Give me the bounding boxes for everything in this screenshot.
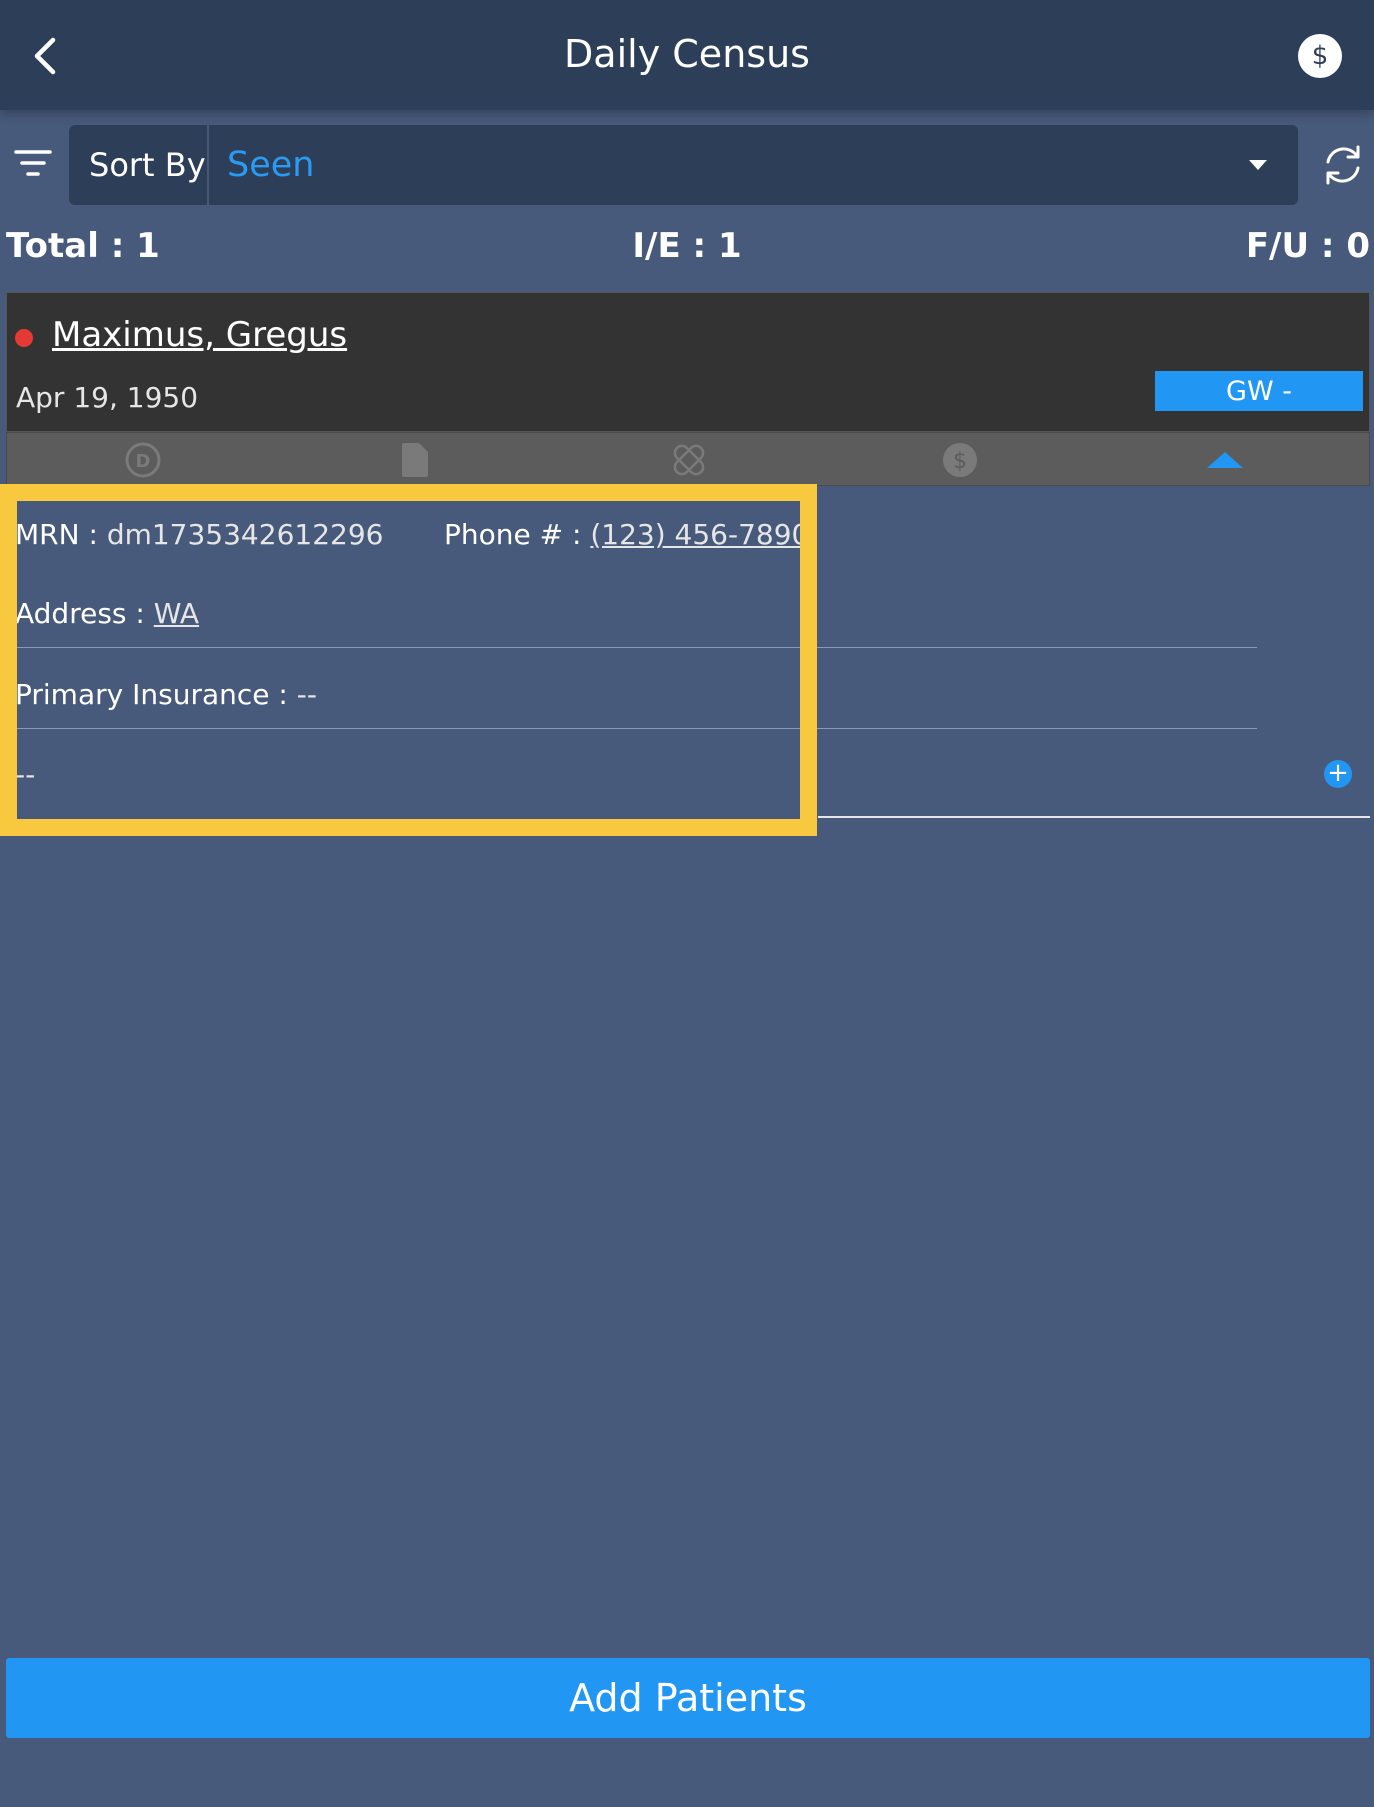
sort-label: Sort By (89, 146, 206, 184)
mrn-label: MRN : (15, 518, 98, 551)
ie-count: I/E : 1 (632, 226, 742, 266)
phone-link[interactable]: (123) 456-7890 (590, 518, 809, 551)
dollar-icon[interactable]: $ (1298, 34, 1342, 78)
patient-action-bar: D $ (6, 432, 1370, 486)
sort-dropdown[interactable]: Sort By Seen (69, 125, 1298, 205)
insurance-row: Primary Insurance : -- (15, 678, 317, 711)
address-link[interactable]: WA (154, 597, 199, 630)
filter-icon[interactable] (12, 146, 54, 182)
bandage-icon[interactable] (671, 442, 707, 478)
caret-down-icon (1249, 160, 1267, 170)
add-note-button[interactable]: + (1324, 760, 1352, 788)
mrn-value: dm1735342612296 (106, 518, 384, 551)
diagnosis-icon[interactable]: D (125, 442, 161, 478)
sort-selected-value: Seen (227, 145, 315, 185)
document-icon[interactable] (397, 442, 433, 478)
divider (15, 728, 1257, 729)
divider (818, 816, 1370, 818)
note-value: -- (15, 758, 36, 791)
mrn-row: MRN : dm1735342612296 (15, 518, 383, 551)
svg-text:D: D (136, 451, 151, 472)
insurance-value: -- (296, 678, 317, 711)
patient-dob: Apr 19, 1950 (16, 381, 199, 414)
phone-row: Phone # : (123) 456-7890 (444, 518, 809, 551)
status-dot (15, 329, 33, 347)
divider (15, 647, 1257, 648)
add-patients-button[interactable]: Add Patients (6, 1658, 1370, 1738)
svg-text:$: $ (953, 449, 967, 474)
location-badge: GW - (1155, 371, 1363, 411)
refresh-icon[interactable] (1320, 142, 1366, 188)
page-title: Daily Census (564, 32, 810, 76)
patient-name-link[interactable]: Maximus, Gregus (52, 315, 347, 355)
insurance-label: Primary Insurance : (15, 678, 288, 711)
billing-icon[interactable]: $ (942, 442, 978, 478)
patient-details: MRN : dm1735342612296 Phone # : (123) 45… (0, 486, 1374, 820)
phone-label: Phone # : (444, 518, 582, 551)
address-row: Address : WA (15, 597, 199, 630)
app-header: Daily Census $ (0, 0, 1374, 110)
address-label: Address : (15, 597, 145, 630)
collapse-icon[interactable] (1207, 442, 1243, 478)
fu-count: F/U : 0 (1245, 226, 1370, 266)
sort-divider (207, 125, 209, 205)
patient-card[interactable]: Maximus, Gregus Apr 19, 1950 GW - (6, 292, 1370, 432)
